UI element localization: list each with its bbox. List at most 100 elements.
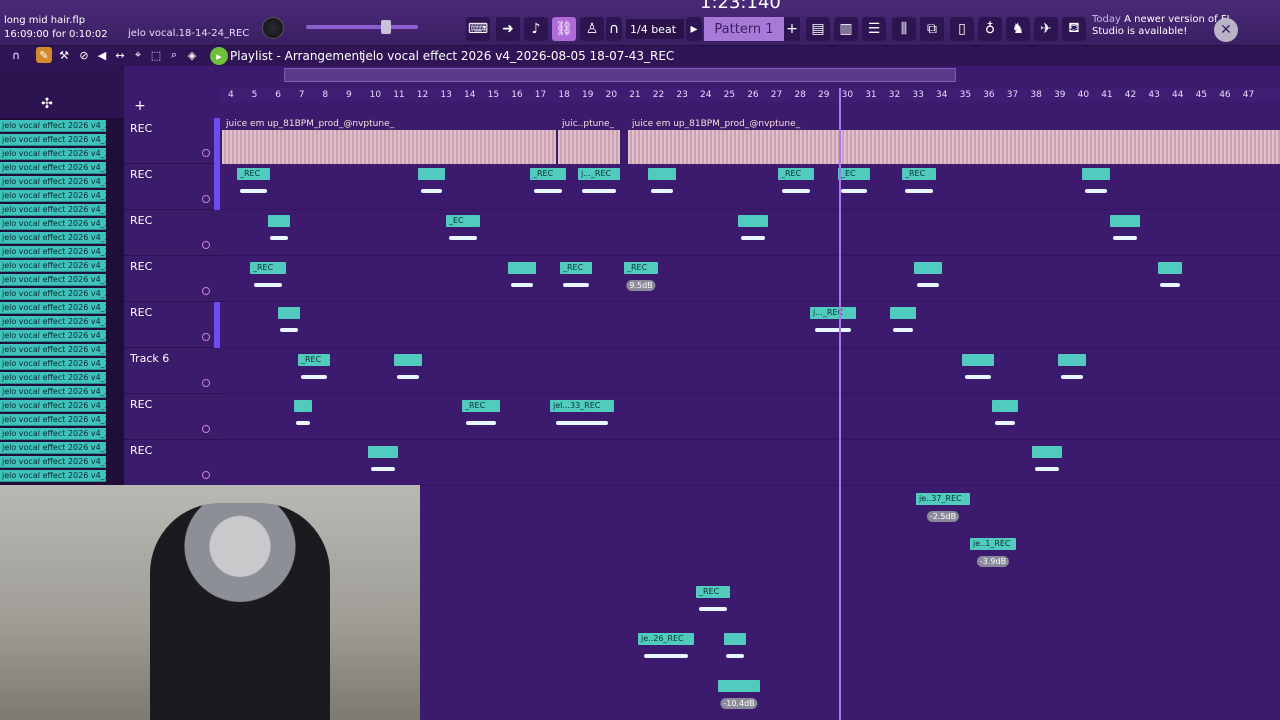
wait-input-icon[interactable]: ♪ (524, 17, 548, 41)
typing-keyboard-icon[interactable]: ⌨ (466, 17, 490, 41)
track-header[interactable]: REC (124, 210, 220, 256)
browser-icon[interactable]: ⧉ (920, 17, 944, 41)
vocal-clip[interactable]: _REC 9.5dB (624, 262, 658, 298)
vocal-clip[interactable] (914, 262, 942, 298)
picker-clip[interactable]: jelo vocal effect 2026 v4_2 (0, 204, 106, 216)
audio-clip[interactable]: juice em up_81BPM_prod_@nvptune_ (628, 118, 1280, 164)
vocal-clip[interactable]: je..1_REC -3.9dB (970, 538, 1016, 574)
channel-rack-icon[interactable]: ☰ (862, 17, 886, 41)
track-header[interactable]: Track 6 (124, 348, 220, 394)
track-header[interactable]: REC (124, 302, 220, 348)
vocal-clip[interactable] (962, 354, 994, 390)
vocal-clip[interactable] (1110, 215, 1140, 251)
picker-clip[interactable]: jelo vocal effect 2026 v4_2 (0, 274, 106, 286)
snap-selector[interactable]: 1/4 beat (626, 19, 684, 39)
picker-clip[interactable]: jelo vocal effect 2026 v4_2 (0, 190, 106, 202)
vocal-clip[interactable] (992, 400, 1018, 436)
picker-clip[interactable]: jelo vocal effect 2026 v4_2 (0, 288, 106, 300)
vocal-clip[interactable]: j..._REC (578, 168, 620, 204)
vocal-clip[interactable] (1082, 168, 1110, 204)
play-pattern-icon[interactable]: ▸ (686, 17, 702, 41)
track-header[interactable]: REC (124, 118, 220, 164)
master-volume-knob[interactable] (262, 17, 284, 39)
link-icon[interactable]: ⛓ (552, 17, 576, 41)
pattern-selector[interactable]: Pattern 1 (704, 17, 784, 41)
picker-clip[interactable]: jelo vocal effect 2026 v4_2 (0, 344, 106, 356)
vocal-clip[interactable]: _REC (560, 262, 592, 298)
picker-clip[interactable]: jelo vocal effect 2026 v4_2 (0, 456, 106, 468)
tempo-icon[interactable]: ♞ (1006, 17, 1030, 41)
plugin-icon[interactable]: ♁ (978, 17, 1002, 41)
pencil-icon[interactable]: ✎ (36, 47, 52, 63)
add-pattern-icon[interactable]: + (784, 17, 800, 41)
vocal-clip[interactable]: _EC (838, 168, 870, 204)
vocal-clip[interactable] (418, 168, 445, 204)
vocal-clip[interactable]: _REC (530, 168, 566, 204)
picker-clip[interactable]: jelo vocal effect 2026 v4_2 (0, 246, 106, 258)
add-track-icon[interactable]: + (132, 98, 148, 114)
vocal-clip[interactable]: _REC (696, 586, 730, 622)
timeline-ruler[interactable]: 4 5 6 7 8 9 10 11 12 13 14 15 16 17 18 19 20 21 22 23 24 25 26… (220, 88, 1280, 102)
headphone-icon[interactable]: ∩ (8, 47, 24, 63)
vocal-clip[interactable]: _REC (462, 400, 500, 436)
close-news-icon[interactable]: ✕ (1214, 18, 1238, 42)
picker-clip[interactable]: jelo vocal effect 2026 v4_2 (0, 330, 106, 342)
vocal-clip[interactable] (724, 633, 746, 669)
vocal-clip[interactable] (1032, 446, 1062, 482)
slip-icon[interactable]: ↔ (112, 47, 128, 63)
picker-clip[interactable]: jelo vocal effect 2026 v4_2 (0, 260, 106, 272)
track-led-icon[interactable] (202, 471, 210, 479)
delete-icon[interactable]: ⊘ (76, 47, 92, 63)
vocal-clip[interactable]: _EC (446, 215, 480, 251)
vocal-clip[interactable] (508, 262, 536, 298)
picker-clip[interactable]: jelo vocal effect 2026 v4_2 (0, 218, 106, 230)
track-led-icon[interactable] (202, 287, 210, 295)
vocal-clip[interactable] (278, 307, 300, 343)
master-pitch-slider[interactable] (306, 25, 418, 29)
picker-clip[interactable]: jelo vocal effect 2026 v4_2 (0, 442, 106, 454)
metronome-icon[interactable]: ♙ (580, 17, 604, 41)
vocal-clip[interactable] (1058, 354, 1086, 390)
piano-roll-icon[interactable]: ▥ (834, 17, 858, 41)
track-led-icon[interactable] (202, 379, 210, 387)
picker-clip[interactable]: jelo vocal effect 2026 v4_2 (0, 120, 106, 132)
picker-clip[interactable]: jelo vocal effect 2026 v4_2 (0, 414, 106, 426)
picker-clip[interactable]: jelo vocal effect 2026 v4_2 (0, 386, 106, 398)
playhead[interactable] (839, 88, 841, 720)
picker-clip[interactable]: jelo vocal effect 2026 v4_2 (0, 176, 106, 188)
audio-clip[interactable]: juice em up_81BPM_prod_@nvptune_ (222, 118, 556, 164)
vocal-clip[interactable]: _REC (902, 168, 936, 204)
track-led-icon[interactable] (202, 333, 210, 341)
vocal-clip[interactable] (890, 307, 916, 343)
brush-icon[interactable]: ⚒ (56, 47, 72, 63)
track-led-icon[interactable] (202, 425, 210, 433)
audio-clip[interactable]: juic..ptune_ (558, 118, 620, 164)
picker-clip[interactable]: jelo vocal effect 2026 v4_2 (0, 428, 106, 440)
waveform-icon[interactable]: ✣ (36, 94, 58, 114)
picker-clip[interactable]: jelo vocal effect 2026 v4_2 (0, 372, 106, 384)
track-led-icon[interactable] (202, 149, 210, 157)
track-led-icon[interactable] (202, 195, 210, 203)
vocal-clip[interactable] (738, 215, 768, 251)
track-header[interactable]: REC (124, 394, 220, 440)
shop-icon[interactable]: ⛾ (1062, 17, 1086, 41)
arrangement-name[interactable]: jelo vocal effect 2026 v4_2026-08-05 18-… (362, 49, 674, 63)
file-icon[interactable]: ▯ (950, 17, 974, 41)
slider-handle[interactable] (381, 20, 391, 34)
lane[interactable] (220, 302, 1280, 348)
picker-clip[interactable]: jelo vocal effect 2026 v4_2 (0, 302, 106, 314)
select-icon[interactable]: ⬚ (148, 47, 164, 63)
vocal-clip[interactable]: _REC (250, 262, 286, 298)
vocal-clip[interactable] (268, 215, 290, 251)
vocal-clip[interactable]: _REC (298, 354, 330, 390)
track-header[interactable]: REC (124, 256, 220, 302)
picker-clip[interactable]: jelo vocal effect 2026 v4_2 (0, 316, 106, 328)
picker-clip[interactable]: jelo vocal effect 2026 v4_2 (0, 400, 106, 412)
lane[interactable] (220, 394, 1280, 440)
vocal-clip[interactable] (294, 400, 312, 436)
vocal-clip[interactable]: je..26_REC (638, 633, 694, 669)
track-header[interactable]: REC (124, 440, 220, 486)
song-overview[interactable] (284, 68, 956, 82)
picker-clip[interactable]: jelo vocal effect 2026 v4_2 (0, 134, 106, 146)
picker-clip[interactable]: jelo vocal effect 2026 v4_2 (0, 148, 106, 160)
